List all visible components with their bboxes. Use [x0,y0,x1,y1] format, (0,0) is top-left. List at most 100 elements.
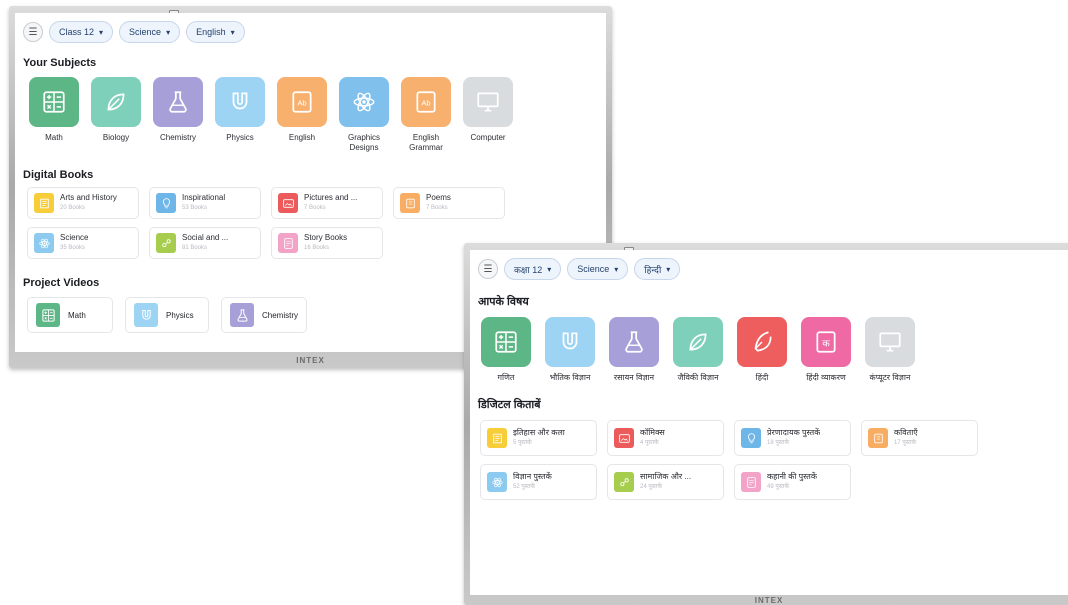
book-category-tile [741,472,761,492]
book-category-card[interactable]: Arts and History 20 Books [27,187,139,219]
video-tile [36,303,60,327]
book-category-tile [278,233,298,253]
book-category-card[interactable]: Social and ... 81 Books [149,227,261,259]
subjects-heading: आपके विषय [478,296,529,308]
menu-icon: ☰ [483,263,493,275]
book-category-card[interactable]: Story Books 16 Books [271,227,383,259]
subject-card[interactable]: Ab English Grammar [401,77,451,153]
book-category-card[interactable]: कहानी की पुस्तकें 49 पुस्तकें [734,464,851,500]
atom-icon [38,238,50,248]
language-filter[interactable]: हिन्दी ▾ [634,258,681,280]
book-count: 4 पुस्तकें [640,440,659,446]
subject-card[interactable]: जैविकी विज्ञान [673,317,723,383]
subject-card[interactable]: क हिंदी व्याकरण [801,317,851,383]
subjects-list: गणित भौतिक विज्ञान रसायन विज्ञान जैविकी … [470,309,1068,383]
social-icon [161,238,171,247]
book-category-name: इतिहास और कला [513,428,565,437]
book-category-card[interactable]: Poems 7 Books [393,187,505,219]
chevron-down-icon: ▾ [230,27,235,37]
book-category-card[interactable]: इतिहास और कला 5 पुस्तकें [480,420,597,456]
book-count: 20 Books [60,205,86,211]
atom-icon [353,92,375,112]
subject-tile [737,317,787,367]
subject-card[interactable]: Math [29,77,79,153]
book-category-card[interactable]: Science 35 Books [27,227,139,259]
picture-icon [282,198,294,208]
subject-label: Physics [226,133,254,142]
book-category-card[interactable]: कविताएँ 17 पुस्तकें [861,420,978,456]
calculator-icon [43,91,65,113]
stream-filter[interactable]: Science ▾ [119,21,181,43]
book-ab-icon: Ab [416,91,436,113]
subject-card[interactable]: Ab English [277,77,327,153]
class-filter[interactable]: कक्षा 12 ▾ [504,258,562,280]
book-category-name: कहानी की पुस्तकें [767,472,817,481]
subject-card[interactable]: कंप्यूटर विज्ञान [865,317,915,383]
video-card[interactable]: Chemistry [221,297,307,333]
book-count: 5 पुस्तकें [513,440,532,446]
menu-button[interactable]: ☰ [478,259,498,279]
book-category-tile [34,233,54,253]
monitor-icon [477,92,499,112]
language-filter[interactable]: English ▾ [186,21,245,43]
flask-icon [625,331,643,353]
book-count: 35 Books [60,245,86,251]
magnet-icon [562,332,578,350]
book-category-card[interactable]: Pictures and ... 7 Books [271,187,383,219]
subject-card[interactable]: Chemistry [153,77,203,153]
magnet-icon [141,309,151,320]
class-filter[interactable]: Class 12 ▾ [49,21,114,43]
history-icon [39,198,49,208]
subject-tile [481,317,531,367]
book-category-card[interactable]: विज्ञान पुस्तकें 52 पुस्तकें [480,464,597,500]
book-count: 7 Books [426,205,448,211]
bulb-icon [162,197,170,208]
subject-tile [609,317,659,367]
book-category-card[interactable]: सामाजिक और ... 24 पुस्तकें [607,464,724,500]
video-card[interactable]: Math [27,297,113,333]
subject-card[interactable]: हिंदी [737,317,787,383]
subject-label: गणित [497,373,515,382]
subject-tile: Ab [277,77,327,127]
calculator-icon [41,308,55,322]
book-category-card[interactable]: प्रेरणादायक पुस्तकें 18 पुस्तकें [734,420,851,456]
book-category-name: Story Books [304,233,348,242]
subject-tile [673,317,723,367]
subject-card[interactable]: Graphics Designs [339,77,389,153]
subject-label: English [288,133,316,142]
book-count: 16 Books [304,245,330,251]
subject-card[interactable]: भौतिक विज्ञान [545,317,595,383]
filter-bar: ☰ Class 12 ▾ Science ▾ English ▾ [15,13,606,43]
subject-card[interactable]: Physics [215,77,265,153]
book-count: 81 Books [182,245,208,251]
subject-tile [29,77,79,127]
subject-card[interactable]: रसायन विज्ञान [609,317,659,383]
story-icon [746,476,756,488]
subject-label: भौतिक विज्ञान [549,373,591,382]
subject-label: हिंदी [755,373,769,382]
books-heading: डिजिटल किताबें [478,399,541,411]
flask-icon [169,91,187,113]
video-tile [230,303,254,327]
video-card[interactable]: Physics [125,297,209,333]
book-category-name: Inspirational [182,193,226,202]
subject-card[interactable]: गणित [481,317,531,383]
book-category-name: Pictures and ... [304,193,358,202]
subject-tile [865,317,915,367]
stream-filter[interactable]: Science ▾ [567,258,629,280]
subject-label: जैविकी विज्ञान [677,373,719,382]
subject-card[interactable]: Computer [463,77,513,153]
book-category-name: कॉमिक्स [640,428,665,437]
book-category-tile [400,193,420,213]
flask-icon [236,308,248,322]
magnet-icon [232,92,248,110]
book-category-tile [34,193,54,213]
subject-card[interactable]: Biology [91,77,141,153]
book-count: 18 पुस्तकें [767,440,790,446]
book-category-card[interactable]: Inspirational 53 Books [149,187,261,219]
book-category-name: प्रेरणादायक पुस्तकें [767,428,821,437]
subject-tile [339,77,389,127]
book-category-card[interactable]: कॉमिक्स 4 पुस्तकें [607,420,724,456]
menu-button[interactable]: ☰ [23,22,43,42]
story-icon [283,237,293,249]
